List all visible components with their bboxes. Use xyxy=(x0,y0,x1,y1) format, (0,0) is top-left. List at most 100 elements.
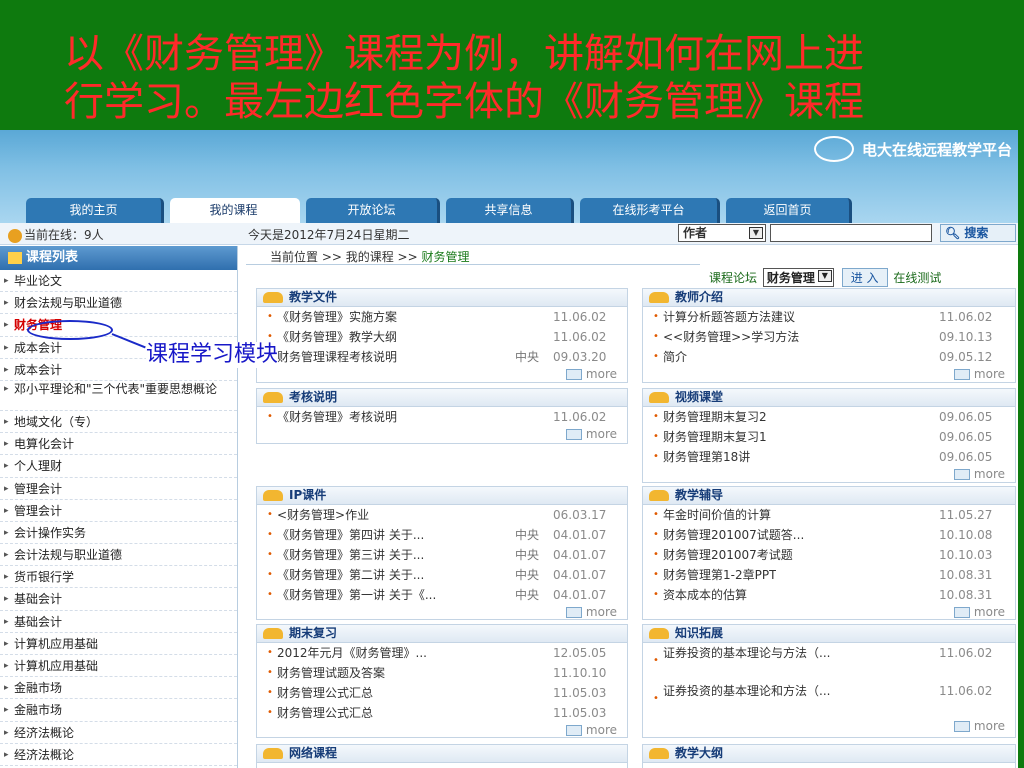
item-title[interactable]: 财务管理公式汇总 xyxy=(277,703,373,723)
search-button[interactable]: 🔍︎ 搜索 xyxy=(940,224,1016,242)
list-item[interactable]: • 证券投资的基本理论与方法（... 11.06.02 xyxy=(643,643,1015,681)
sidebar-course-item[interactable]: 会计操作实务 xyxy=(0,522,237,545)
list-item[interactable]: • 财务管理第18讲 09.06.05 xyxy=(643,447,1015,467)
item-title[interactable]: 财务管理公式汇总 xyxy=(277,683,373,703)
item-title[interactable]: 证券投资的基本理论和方法（... xyxy=(663,683,923,699)
list-item[interactable]: • 《财务管理》教学大纲 11.06.02 xyxy=(257,327,627,347)
item-title[interactable]: 财务管理试题及答案 xyxy=(277,663,385,683)
tab-shared-info[interactable]: 共享信息 xyxy=(446,198,574,223)
item-title[interactable]: 年金时间价值的计算 xyxy=(663,505,771,525)
forum-course-select[interactable]: 财务管理 ▼ xyxy=(762,268,834,287)
forum-enter-button[interactable]: 进 入 xyxy=(841,268,888,287)
sidebar-course-item[interactable]: 电算化会计 xyxy=(0,433,237,456)
search-type-select[interactable]: 作者 ▼ xyxy=(678,224,766,242)
list-item[interactable]: • 《财务管理》考核说明 11.06.02 xyxy=(257,407,627,427)
item-title[interactable]: 《财务管理》第二讲 关于... xyxy=(277,565,424,585)
list-item[interactable]: • 证券投资的基本理论和方法（... 11.06.02 xyxy=(643,681,1015,719)
sidebar-course-item[interactable]: 地域文化（专） xyxy=(0,411,237,434)
list-item[interactable]: • <<财务管理>>学习方法 09.10.13 xyxy=(643,327,1015,347)
list-item[interactable]: • 计算分析题答题方法建议 11.06.02 xyxy=(643,307,1015,327)
bullet-icon: • xyxy=(653,331,659,342)
item-title[interactable]: 《财务管理》实施方案 xyxy=(277,307,397,327)
item-title[interactable]: 简介 xyxy=(663,347,687,367)
sidebar-course-item[interactable]: 货币银行学 xyxy=(0,566,237,589)
more-link[interactable]: more xyxy=(257,723,627,739)
sidebar-course-item[interactable]: 邓小平理论和"三个代表"重要思想概论 xyxy=(0,381,237,411)
item-title[interactable]: 财务管理201007考试题 xyxy=(663,545,793,565)
sidebar-course-item[interactable]: 管理会计 xyxy=(0,478,237,500)
list-item[interactable]: • 简介 09.05.12 xyxy=(643,347,1015,367)
more-link[interactable]: more xyxy=(643,719,1015,735)
sidebar-course-item[interactable]: 金融市场 xyxy=(0,699,237,722)
tab-return-home[interactable]: 返回首页 xyxy=(726,198,852,223)
sidebar-course-item[interactable]: 计算机应用基础 xyxy=(0,633,237,655)
sidebar-course-item[interactable]: 会计法规与职业道德 xyxy=(0,544,237,567)
tab-online-assessment[interactable]: 在线形考平台 xyxy=(580,198,720,223)
list-item[interactable]: •财务管理课程考核说明中央09.03.20 xyxy=(257,347,627,367)
list-item[interactable]: • 《财务管理》实施方案 11.06.02 xyxy=(257,307,627,327)
sidebar-course-item[interactable]: 基础会计 xyxy=(0,588,237,611)
list-item[interactable]: • <财务管理>作业 06.03.17 xyxy=(257,505,627,525)
item-title[interactable]: 2012年元月《财务管理》... xyxy=(277,643,427,663)
sidebar-course-item[interactable]: 经济法概论 xyxy=(0,744,237,766)
list-item[interactable]: • 年金时间价值的计算 11.05.27 xyxy=(643,505,1015,525)
list-item[interactable]: • 财务管理201007考试题 10.10.03 xyxy=(643,545,1015,565)
online-test-link[interactable]: 在线测试 xyxy=(893,271,941,285)
list-item[interactable]: • 《财务管理》第三讲 关于... 中央 04.01.07 xyxy=(257,545,627,565)
sidebar-course-item[interactable]: 计算机应用基础 xyxy=(0,655,237,678)
item-title[interactable]: 财务管理课程考核说明 xyxy=(277,347,397,367)
item-title[interactable]: 计算分析题答题方法建议 xyxy=(663,307,795,327)
sidebar-course-item[interactable]: 毕业论文 xyxy=(0,270,237,293)
item-title[interactable]: <财务管理>作业 xyxy=(277,505,369,525)
bullet-icon: • xyxy=(267,667,273,678)
sidebar-course-item[interactable]: 个人理财 xyxy=(0,455,237,478)
search-input[interactable] xyxy=(770,224,932,242)
item-title[interactable]: 财务管理第1-2章PPT xyxy=(663,565,776,585)
list-item[interactable]: • 资本成本的估算 10.08.31 xyxy=(643,585,1015,605)
course-list-title: 课程列表 xyxy=(26,250,79,265)
list-item[interactable]: • 《财务管理》第二讲 关于... 中央 04.01.07 xyxy=(257,565,627,585)
item-title[interactable]: 财务管理期末复习1 xyxy=(663,427,767,447)
sidebar-course-item[interactable]: 基础会计 xyxy=(0,611,237,633)
tab-my-courses[interactable]: 我的课程 xyxy=(170,198,300,223)
item-title[interactable]: 财务管理期末复习2 xyxy=(663,407,767,427)
item-title[interactable]: 《财务管理》教学大纲 xyxy=(277,327,397,347)
list-item[interactable]: • 财务管理公式汇总 11.05.03 xyxy=(257,683,627,703)
users-icon xyxy=(8,228,22,243)
sidebar-course-item[interactable]: 管理会计 xyxy=(0,500,237,522)
bullet-icon: • xyxy=(267,707,273,718)
sidebar-course-item[interactable]: 财会法规与职业道德 xyxy=(0,292,237,315)
list-item[interactable]: • 财务管理第1-2章PPT 10.08.31 xyxy=(643,565,1015,585)
list-item[interactable]: • 2012年元月《财务管理》... 12.05.05 xyxy=(257,643,627,663)
more-link[interactable]: more xyxy=(643,605,1015,621)
sidebar-course-item[interactable]: 经济法概论 xyxy=(0,722,237,744)
item-date: 09.06.05 xyxy=(939,430,993,444)
more-link[interactable]: more xyxy=(257,427,627,443)
item-title[interactable]: <<财务管理>>学习方法 xyxy=(663,327,799,347)
panel-title: 网络课程 xyxy=(289,746,338,760)
list-item[interactable]: • 财务管理期末复习2 09.06.05 xyxy=(643,407,1015,427)
item-title[interactable]: 《财务管理》第四讲 关于... xyxy=(277,525,424,545)
tab-home[interactable]: 我的主页 xyxy=(26,198,164,223)
more-link[interactable]: more xyxy=(257,367,627,383)
item-title[interactable]: 财务管理第18讲 xyxy=(663,447,750,467)
item-date: 11.06.02 xyxy=(939,684,993,698)
online-text: 当前在线：9人 xyxy=(24,228,104,242)
list-item[interactable]: • 《财务管理》第一讲 关于《... 中央 04.01.07 xyxy=(257,585,627,605)
list-item[interactable]: • 《财务管理》第四讲 关于... 中央 04.01.07 xyxy=(257,525,627,545)
more-link[interactable]: more xyxy=(257,605,627,621)
item-title[interactable]: 资本成本的估算 xyxy=(663,585,747,605)
more-link[interactable]: more xyxy=(643,467,1015,483)
list-item[interactable]: • 财务管理试题及答案 11.10.10 xyxy=(257,663,627,683)
list-item[interactable]: • 财务管理期末复习1 09.06.05 xyxy=(643,427,1015,447)
sidebar-course-item[interactable]: 金融市场 xyxy=(0,677,237,700)
item-title[interactable]: 证券投资的基本理论与方法（... xyxy=(663,645,923,661)
more-link[interactable]: more xyxy=(643,367,1015,383)
item-title[interactable]: 财务管理201007试题答... xyxy=(663,525,804,545)
item-title[interactable]: 《财务管理》第三讲 关于... xyxy=(277,545,424,565)
tab-open-forum[interactable]: 开放论坛 xyxy=(306,198,440,223)
item-title[interactable]: 《财务管理》考核说明 xyxy=(277,407,397,427)
item-title[interactable]: 《财务管理》第一讲 关于《... xyxy=(277,585,436,605)
list-item[interactable]: • 财务管理201007试题答... 10.10.08 xyxy=(643,525,1015,545)
list-item[interactable]: • 财务管理公式汇总 11.05.03 xyxy=(257,703,627,723)
